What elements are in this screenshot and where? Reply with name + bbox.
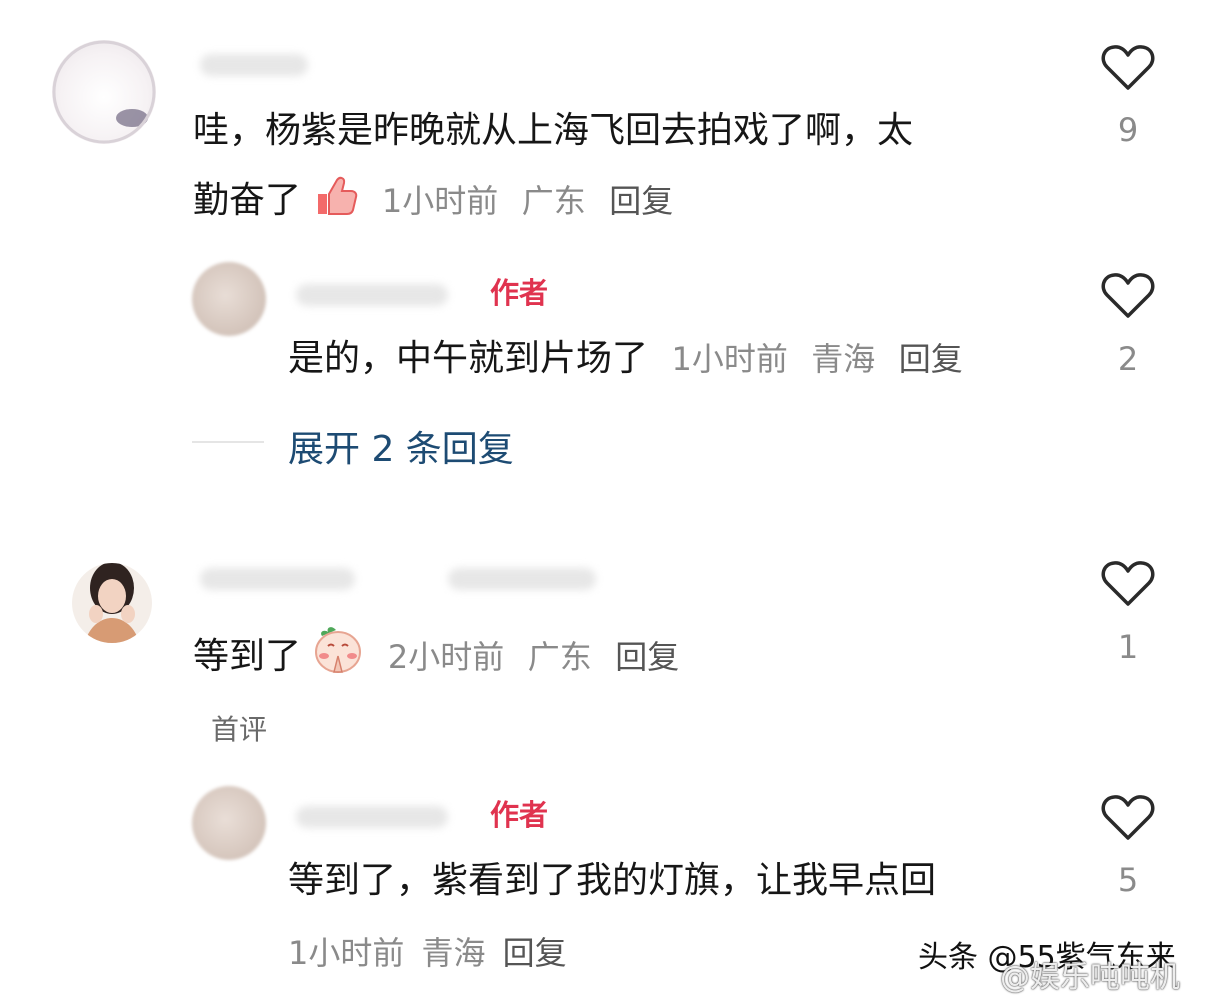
- like-count: 2: [1117, 340, 1139, 378]
- heart-outline-icon: [1101, 795, 1155, 840]
- like-button[interactable]: [1093, 272, 1163, 324]
- like-button[interactable]: [1093, 794, 1163, 846]
- comment-text: 等到了: [193, 636, 302, 677]
- username-blurred[interactable]: [296, 806, 448, 828]
- reply-button[interactable]: 回复: [899, 340, 963, 378]
- comment-text: 哇，杨紫是昨晚就从上海飞回去拍戏了啊，太: [193, 110, 914, 151]
- reply-time: 1小时前: [288, 934, 405, 972]
- like-count: 1: [1117, 628, 1139, 666]
- watermark-weibo: @娱乐吨吨机: [1000, 960, 1180, 995]
- comment-time: 2小时前: [387, 638, 505, 676]
- like-count: 9: [1117, 111, 1139, 149]
- reply-time: 1小时前: [671, 340, 788, 378]
- reply-row: 是的，中午就到片场了 1小时前 青海 回复: [288, 336, 963, 381]
- reply-button[interactable]: 回复: [615, 638, 679, 676]
- author-badge: 作者: [490, 798, 549, 832]
- avatar[interactable]: [72, 548, 152, 658]
- like-button[interactable]: [1093, 44, 1163, 96]
- reply-meta-row: 1小时前 青海 回复: [288, 928, 567, 974]
- avatar-image: [72, 563, 152, 643]
- heart-outline-icon: [1101, 561, 1155, 606]
- heart-outline-icon: [1101, 45, 1155, 90]
- comment-thread: 哇，杨紫是昨晚就从上海飞回去拍戏了啊，太 勤奋了 1小时前 广东 回复 9 作者…: [0, 0, 1206, 995]
- author-badge: 作者: [490, 276, 549, 310]
- reply-text: 是的，中午就到片场了: [288, 338, 649, 379]
- username-blurred[interactable]: [296, 284, 448, 306]
- username-blurred[interactable]: [200, 54, 308, 76]
- avatar[interactable]: [192, 786, 266, 860]
- expand-replies-link[interactable]: 展开 2 条回复: [288, 420, 514, 472]
- comment-row: 等到了 2小时前 广东 回复: [193, 624, 679, 685]
- avatar[interactable]: [192, 262, 266, 336]
- reply-text: 等到了，紫看到了我的灯旗，让我早点回: [288, 860, 937, 901]
- pray-emoji: [312, 624, 364, 685]
- thumbs-up-emoji: [312, 174, 358, 229]
- reply-button[interactable]: 回复: [609, 182, 673, 220]
- reply-button[interactable]: 回复: [503, 934, 567, 972]
- reply-location: 青海: [811, 340, 876, 378]
- comment-location: 广东: [527, 638, 592, 676]
- avatar-image: [52, 40, 156, 144]
- like-count: 5: [1117, 861, 1139, 899]
- avatar[interactable]: [52, 40, 156, 144]
- reply-location: 青海: [421, 934, 486, 972]
- first-comment-badge: 首评: [211, 713, 268, 746]
- username-blurred[interactable]: [200, 568, 355, 590]
- heart-outline-icon: [1101, 273, 1155, 318]
- comment-location: 广东: [521, 182, 586, 220]
- thread-divider: [192, 441, 264, 443]
- comment-text-line2: 勤奋了: [193, 180, 302, 221]
- comment-time: 1小时前: [381, 182, 499, 220]
- like-button[interactable]: [1093, 560, 1163, 612]
- comment-text-continued: 勤奋了 1小时前 广东 回复: [193, 174, 673, 229]
- user-tag-blurred: [448, 568, 596, 590]
